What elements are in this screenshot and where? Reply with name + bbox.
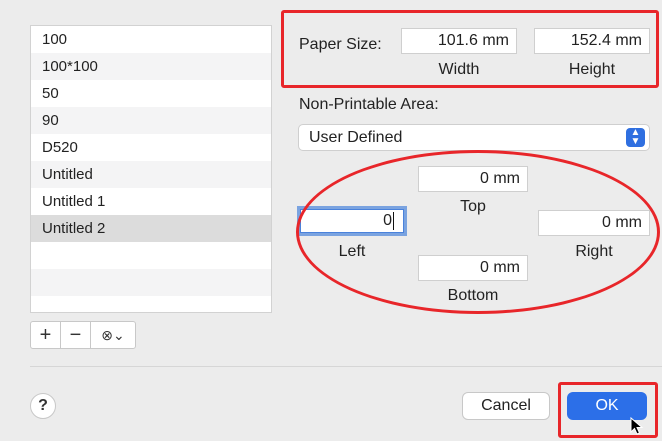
margins-highlight: [296, 150, 660, 314]
list-item[interactable]: D520: [31, 134, 271, 161]
options-menu-button[interactable]: ⊗⌄: [91, 322, 135, 348]
footer-divider: [30, 366, 662, 367]
list-item[interactable]: 100*100: [31, 53, 271, 80]
chevron-up-down-icon: ▲ ▼: [626, 128, 645, 147]
help-button[interactable]: ?: [30, 393, 56, 419]
list-toolbar: + − ⊗⌄: [30, 321, 136, 349]
cancel-button[interactable]: Cancel: [462, 392, 550, 420]
non-printable-area-select[interactable]: User Defined ▲ ▼: [298, 124, 650, 151]
paper-size-highlight: [281, 10, 659, 88]
remove-button[interactable]: −: [61, 322, 91, 348]
mouse-cursor-icon: [630, 417, 644, 435]
options-icon: ⊗⌄: [101, 326, 125, 343]
list-empty-row: [31, 242, 271, 269]
list-empty-row: [31, 296, 271, 312]
list-item[interactable]: 50: [31, 80, 271, 107]
list-item[interactable]: 90: [31, 107, 271, 134]
select-value: User Defined: [309, 129, 403, 146]
list-item[interactable]: Untitled 1: [31, 188, 271, 215]
paper-size-list[interactable]: 100 100*100 50 90 D520 Untitled Untitled…: [30, 25, 272, 313]
non-printable-area-label: Non-Printable Area:: [299, 96, 439, 113]
add-button[interactable]: +: [31, 322, 61, 348]
list-item[interactable]: 100: [31, 26, 271, 53]
list-item-selected[interactable]: Untitled 2: [31, 215, 271, 242]
list-empty-row: [31, 269, 271, 296]
list-item[interactable]: Untitled: [31, 161, 271, 188]
